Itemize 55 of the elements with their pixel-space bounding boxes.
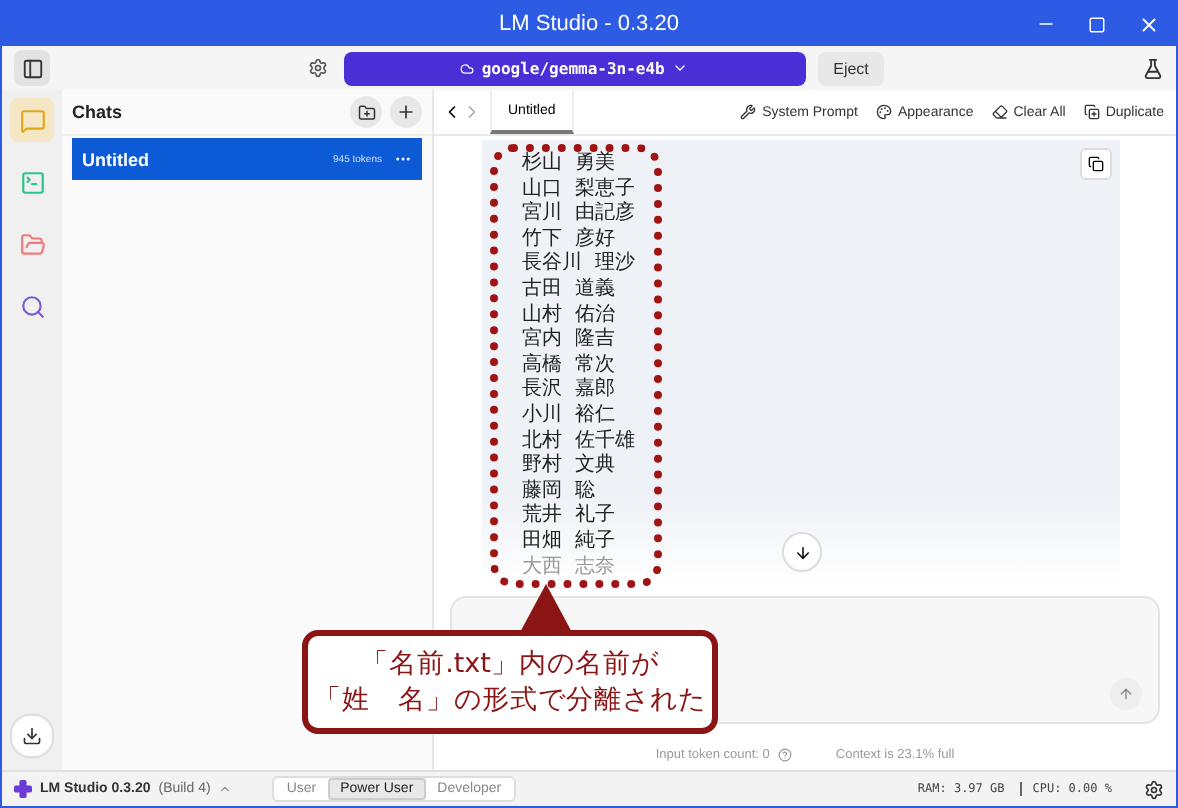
name-line: 長谷川 理沙 <box>522 252 635 277</box>
model-selector[interactable]: google/gemma-3n-e4b <box>343 51 806 85</box>
flask-icon[interactable] <box>1142 57 1165 79</box>
name-line: 荒井 礼子 <box>522 504 615 530</box>
arrow-up-icon <box>1118 686 1134 702</box>
close-icon[interactable] <box>1138 13 1160 35</box>
download-button[interactable] <box>10 714 54 758</box>
arrow-down-icon <box>793 543 811 561</box>
name-line: 藤岡 聡 <box>522 479 595 503</box>
name-line: 高橋 常次 <box>522 353 615 377</box>
chat-icon <box>19 107 45 133</box>
wrench-icon <box>740 104 757 120</box>
name-line: 小川 裕仁 <box>522 403 615 429</box>
callout-text: 「姓 名」の形式で分離された <box>314 682 706 718</box>
name-line: 大西 志奈 <box>522 555 615 581</box>
name-line: 山村 佑治 <box>522 303 615 327</box>
sidebar-toggle-button[interactable] <box>14 50 50 86</box>
name-line: 北村 佐千雄 <box>522 429 635 453</box>
chat-name: Untitled <box>82 149 151 169</box>
eraser-icon <box>991 104 1008 120</box>
maximize-icon[interactable] <box>1088 15 1106 33</box>
name-line: 宮川 由記彦 <box>522 202 635 227</box>
name-line: 宮内 隆吉 <box>522 328 615 353</box>
name-line: 田畑 純子 <box>522 529 615 555</box>
sidebar-icon <box>21 57 43 79</box>
download-icon <box>22 726 42 746</box>
new-chat-button[interactable] <box>390 96 422 128</box>
terminal-icon <box>19 169 45 195</box>
name-line: 古田 道義 <box>522 277 615 303</box>
name-line: 山口 梨恵子 <box>522 177 635 201</box>
callout-text: 「名前.txt」内の名前が <box>361 646 659 682</box>
search-icon <box>19 293 45 319</box>
help-icon[interactable] <box>777 748 792 762</box>
chevron-icon <box>672 60 689 76</box>
palette-icon <box>875 104 892 120</box>
window-title: LM Studio - 0.3.20 <box>499 12 679 36</box>
name-line: 野村 文典 <box>522 454 615 479</box>
copy-button[interactable] <box>1080 148 1112 180</box>
cloud-icon <box>459 61 474 75</box>
settings-icon[interactable] <box>1144 779 1164 799</box>
app-logo-icon <box>14 780 32 798</box>
model-name: google/gemma-3n-e4b <box>481 59 665 77</box>
name-line: 竹下 彦好 <box>522 227 615 251</box>
chats-title: Chats <box>72 102 125 122</box>
plus-icon <box>396 102 416 122</box>
name-line: 杉山 勇美 <box>522 152 615 177</box>
eject-button[interactable]: Eject <box>817 51 885 85</box>
name-line: 長沢 嘉郎 <box>522 378 615 403</box>
folder-plus-icon <box>357 103 375 121</box>
scroll-down-button[interactable] <box>782 532 822 572</box>
duplicate-icon <box>1083 104 1100 120</box>
settings-icon[interactable] <box>307 58 328 78</box>
copy-icon <box>1088 156 1104 172</box>
new-folder-button[interactable] <box>350 96 382 128</box>
folder-icon <box>19 231 45 257</box>
